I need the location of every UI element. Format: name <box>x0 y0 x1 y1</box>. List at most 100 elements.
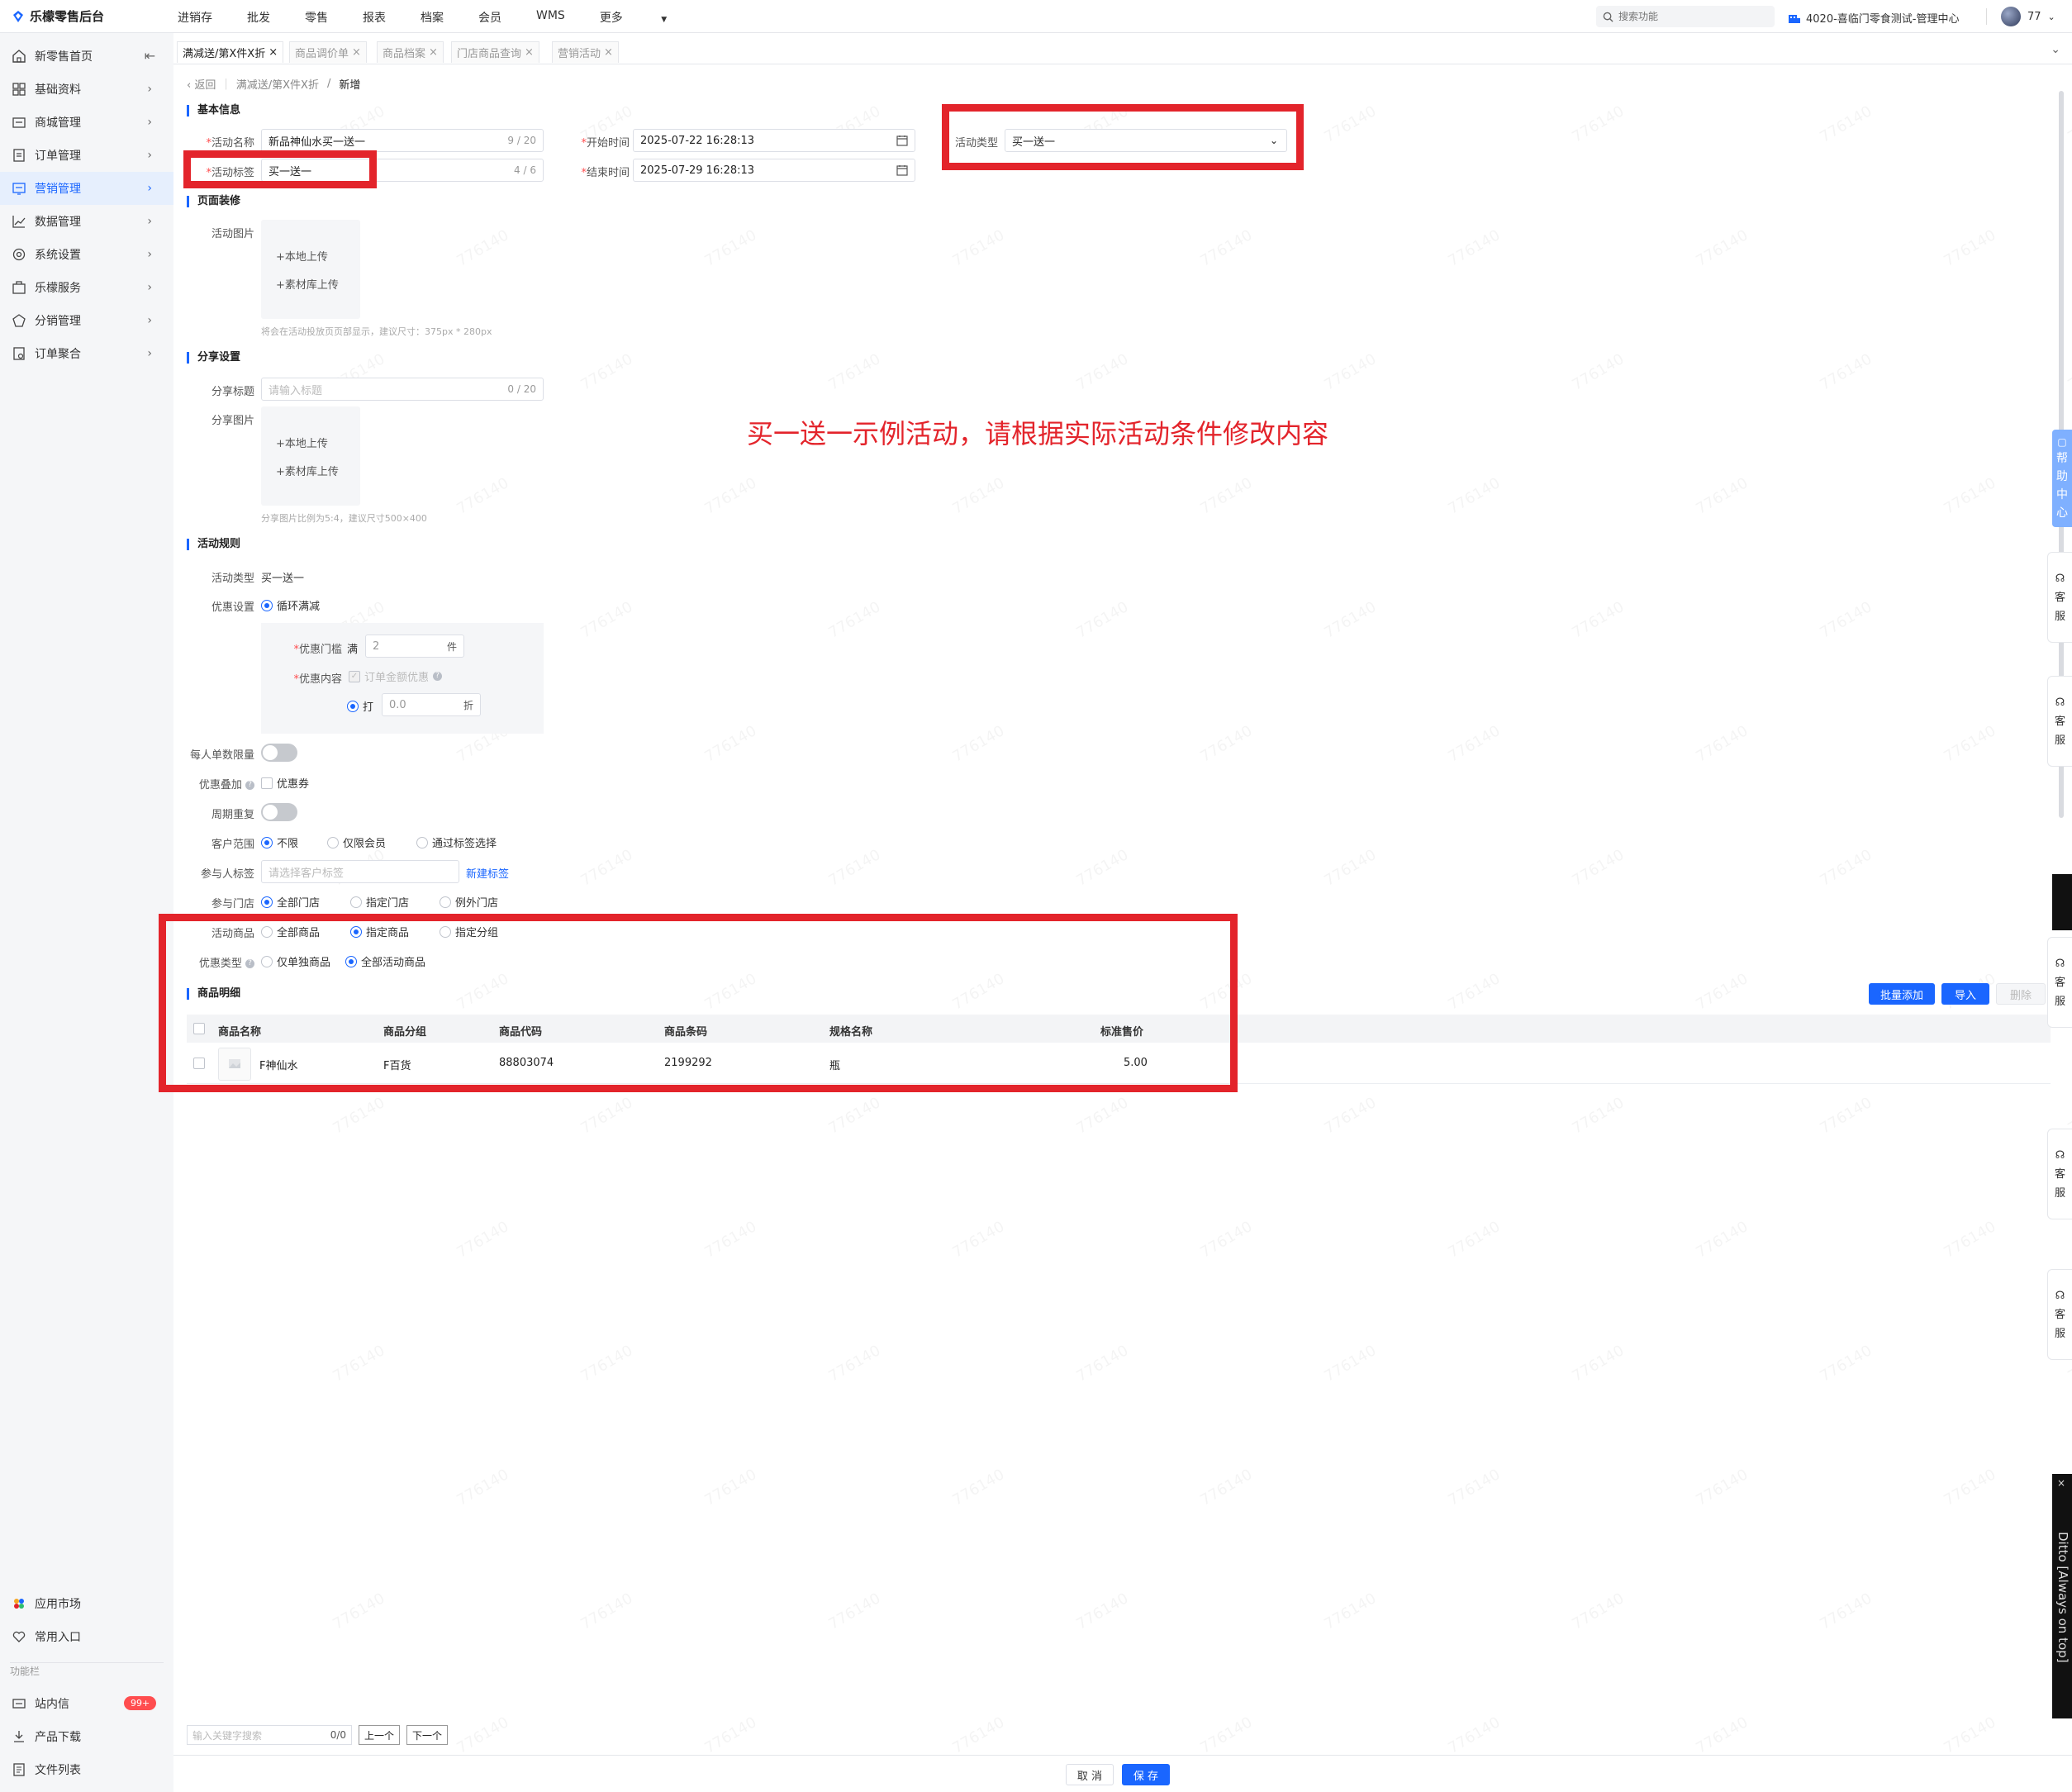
watermark-text: 776140 <box>454 1714 511 1757</box>
tab-price-adjust[interactable]: 商品调价单 × <box>289 41 367 63</box>
customer-service-button[interactable]: ☊ 客服 <box>2047 1269 2072 1360</box>
find-next-button[interactable]: 下一个 <box>406 1725 449 1745</box>
upload-local-button[interactable]: +本地上传 <box>276 435 328 450</box>
sidebar-item-aggregate[interactable]: 订单聚合 › <box>0 337 173 370</box>
sidebar-item-messages[interactable]: 站内信 99+ <box>0 1687 173 1720</box>
customer-unlimited-radio[interactable]: 不限 <box>261 834 298 850</box>
upload-library-button[interactable]: +素材库上传 <box>276 463 339 478</box>
find-prev-button[interactable]: 上一个 <box>359 1725 401 1745</box>
watermark-text: 776140 <box>454 226 511 270</box>
customer-service-button[interactable]: ☊ 客服 <box>2047 552 2072 643</box>
store-all-radio[interactable]: 全部门店 <box>261 894 320 910</box>
sidebar-item-settings[interactable]: 系统设置 › <box>0 238 173 271</box>
topnav-item[interactable]: 批发 <box>247 9 270 26</box>
sidebar-item-basic[interactable]: 基础资料 › <box>0 73 173 106</box>
start-time-picker[interactable]: 2025-07-22 16:28:13 <box>633 129 915 152</box>
delete-button[interactable]: 删除 <box>1996 983 2046 1005</box>
function-search[interactable] <box>1596 6 1775 27</box>
customer-service-button[interactable]: ☊ 客服 <box>2047 937 2072 1028</box>
end-time-picker[interactable]: 2025-07-29 16:28:13 <box>633 159 915 182</box>
sidebar-item-label: 产品下载 <box>35 1731 81 1744</box>
store-icon <box>12 117 26 128</box>
close-icon[interactable]: × <box>525 46 534 59</box>
tab-promotion[interactable]: 满减送/第X件X折 × <box>177 41 284 63</box>
sidebar-item-label: 数据管理 <box>35 216 81 229</box>
ditto-window[interactable]: × Ditto [Always on top] <box>2052 1474 2072 1718</box>
close-icon[interactable]: × <box>2057 1477 2065 1489</box>
watermark-text: 776140 <box>1569 846 1627 890</box>
stack-coupon-checkbox[interactable]: 优惠券 <box>261 775 309 791</box>
sidebar-item-favorites[interactable]: 常用入口 <box>0 1620 173 1653</box>
store-specified-radio[interactable]: 指定门店 <box>350 894 409 910</box>
tab-store-product-query[interactable]: 门店商品查询 × <box>451 41 539 63</box>
help-icon[interactable]: ? <box>245 781 254 790</box>
breadcrumb-parent[interactable]: 满减送/第X件X折 <box>236 76 319 92</box>
close-icon[interactable]: × <box>429 46 438 59</box>
help-center-tab[interactable]: ▢ 帮 助 中 心 <box>2052 430 2072 527</box>
store-excluded-radio[interactable]: 例外门店 <box>440 894 498 910</box>
discount-rate-radio[interactable]: 打 <box>347 698 373 714</box>
back-button[interactable]: ‹ 返回 <box>187 76 216 92</box>
customer-tag-select[interactable]: 请选择客户标签 <box>261 860 459 883</box>
help-icon[interactable]: ? <box>433 672 443 681</box>
close-icon[interactable]: × <box>269 46 278 59</box>
watermark-text: 776140 <box>1941 474 1998 518</box>
sidebar-item-files[interactable]: 文件列表 <box>0 1753 173 1786</box>
threshold-input[interactable]: 2 件 <box>365 635 464 658</box>
store-range-label: 参与门店 <box>211 898 254 910</box>
customer-service-button[interactable]: ☊ 客服 <box>2047 676 2072 767</box>
topnav-item[interactable]: 零售 <box>305 9 328 26</box>
activity-name-input[interactable]: 新品神仙水买一送一 9 / 20 <box>261 129 544 152</box>
tab-marketing-activity[interactable]: 营销活动 × <box>552 41 619 63</box>
topnav-item[interactable]: 报表 <box>363 9 386 26</box>
customer-member-radio[interactable]: 仅限会员 <box>327 834 386 850</box>
store-selector[interactable]: 4020-喜临门零食测试-管理中心 <box>1788 10 1959 26</box>
save-button[interactable]: 保 存 <box>1122 1764 1170 1785</box>
discount-loop-radio[interactable]: 循环满减 <box>261 597 320 613</box>
sidebar-item-apps[interactable]: 应用市场 <box>0 1587 173 1620</box>
upload-local-button[interactable]: +本地上传 <box>276 248 328 264</box>
discount-rate-input[interactable]: 0.0 折 <box>382 693 481 716</box>
import-button[interactable]: 导入 <box>1941 983 1989 1005</box>
cycle-repeat-switch[interactable] <box>261 803 297 821</box>
close-icon[interactable]: × <box>352 46 361 59</box>
char-count: 4 / 6 <box>514 164 536 176</box>
cancel-button[interactable]: 取 消 <box>1066 1764 1114 1785</box>
tab-product-archive[interactable]: 商品档案 × <box>377 41 444 63</box>
find-input[interactable]: 输入关键字搜索 0/0 <box>187 1725 352 1745</box>
upload-library-button[interactable]: +素材库上传 <box>276 276 339 292</box>
topnav-item[interactable]: 进销存 <box>178 9 212 26</box>
topnav-item[interactable]: 会员 <box>478 9 501 26</box>
activity-name-value: 新品神仙水买一送一 <box>269 135 366 149</box>
sidebar-item-home[interactable]: 新零售首页 ⇤ <box>0 40 173 73</box>
new-tag-link[interactable]: 新建标签 <box>466 865 509 881</box>
topnav-item[interactable]: 档案 <box>421 9 444 26</box>
sidebar-item-marketing[interactable]: 营销管理 › <box>0 172 173 205</box>
sidebar-item-distribution[interactable]: 分销管理 › <box>0 304 173 337</box>
customer-service-button[interactable]: ☊ 客服 <box>2047 1129 2072 1219</box>
sidebar-item-service[interactable]: 乐檬服务 › <box>0 271 173 304</box>
chevron-down-icon[interactable]: ⌄ <box>2051 43 2060 56</box>
settings-icon <box>12 248 26 261</box>
collapse-sidebar-icon[interactable]: ⇤ <box>145 48 155 64</box>
user-menu[interactable]: 77 ⌄ <box>2001 7 2055 26</box>
search-input[interactable] <box>1618 11 1759 22</box>
customer-tag-radio[interactable]: 通过标签选择 <box>416 834 497 850</box>
floating-widget[interactable] <box>2052 874 2072 930</box>
sidebar-item-mall[interactable]: 商城管理 › <box>0 106 173 139</box>
share-title-input[interactable]: 请输入标题 0 / 20 <box>261 378 544 401</box>
sidebar-item-data[interactable]: 数据管理 › <box>0 205 173 238</box>
sidebar-item-download[interactable]: 产品下载 <box>0 1720 173 1753</box>
topnav-more[interactable]: 更多 ▼ <box>600 9 701 26</box>
batch-add-button[interactable]: 批量添加 <box>1869 983 1935 1005</box>
topnav-item[interactable]: WMS <box>536 9 565 26</box>
per-person-limit-switch[interactable] <box>261 744 297 762</box>
order-amount-checkbox[interactable]: ✓ 订单金额优惠 ? <box>349 668 443 684</box>
app-logo[interactable]: 乐檬零售后台 <box>12 7 104 25</box>
close-icon[interactable]: × <box>604 46 613 59</box>
sidebar-item-order[interactable]: 订单管理 › <box>0 139 173 172</box>
watermark-text: 776140 <box>1941 226 1998 270</box>
search-icon <box>1603 12 1613 22</box>
rule-type-value: 买一送一 <box>261 573 305 585</box>
tab-label: 商品调价单 <box>295 48 349 60</box>
